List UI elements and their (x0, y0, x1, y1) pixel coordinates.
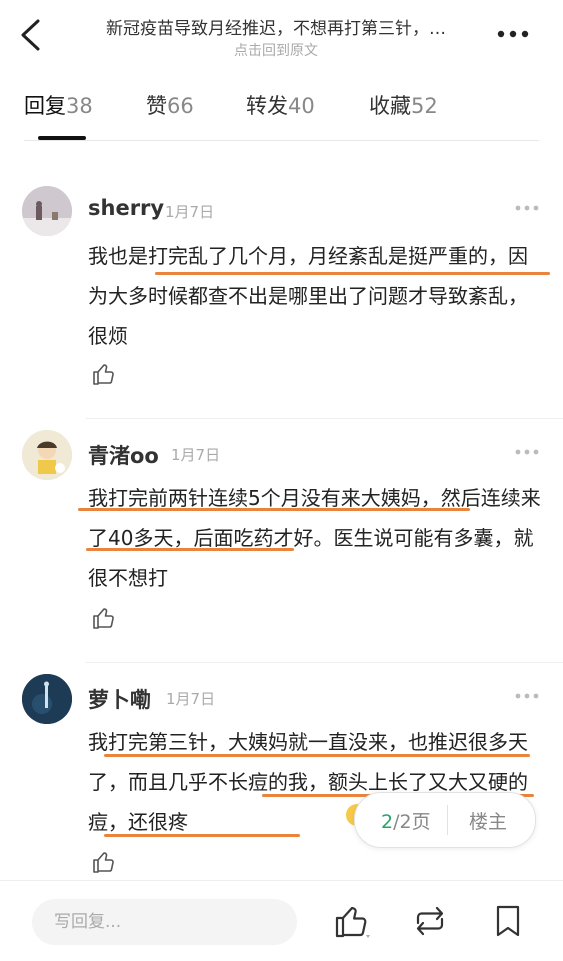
avatar[interactable] (22, 186, 72, 236)
commenter-name[interactable]: 青渚oo (88, 440, 159, 470)
comment-date: 1月7日 (165, 203, 215, 221)
comment-text: 我也是打完乱了几个月，月经紊乱是挺严重的，因为大多时候都查不出是哪里出了问题才导… (88, 244, 528, 348)
comment-text: 我打完前两针连续5个月没有来大姨妈，然后连续来了40多天，后面吃药才好。医生说可… (88, 486, 541, 590)
highlight-underline (104, 834, 300, 837)
commenter-name[interactable]: 萝卜嘞 (88, 684, 151, 714)
top-bar: 新冠疫苗导致月经推迟，不想再打第三针，… 点击回到原文 (0, 0, 563, 70)
commenter-name[interactable]: sherry (88, 196, 164, 220)
tab-favorites[interactable]: 收藏52 (369, 90, 438, 120)
bottom-action-bar: 写回复... (0, 880, 563, 961)
bookmark-icon[interactable] (490, 903, 526, 939)
like-icon[interactable] (92, 606, 116, 630)
highlight-underline (86, 548, 294, 551)
comment-date: 1月7日 (171, 446, 221, 464)
highlight-underline (104, 754, 530, 757)
comment-divider (86, 418, 563, 419)
comment-divider (86, 662, 563, 663)
comment-more-icon[interactable] (515, 448, 539, 456)
comment-more-icon[interactable] (515, 204, 539, 212)
like-icon[interactable] (92, 850, 116, 874)
highlight-underline (155, 272, 550, 275)
post-title[interactable]: 新冠疫苗导致月经推迟，不想再打第三针，… (72, 14, 480, 39)
tab-likes[interactable]: 赞66 (146, 90, 194, 120)
reply-input[interactable]: 写回复... (32, 899, 297, 945)
only-owner-button[interactable]: 楼主 (469, 807, 507, 834)
pager-divider (447, 805, 448, 835)
tab-divider (24, 140, 539, 141)
comment-date: 1月7日 (166, 690, 216, 708)
tab-replies[interactable]: 回复38 (24, 90, 93, 120)
page-indicator[interactable]: 2/2页 (381, 807, 431, 834)
tab-bar: 回复38 赞66 转发40 收藏52 (0, 86, 563, 142)
highlight-underline (78, 508, 470, 511)
more-options-icon[interactable] (496, 26, 530, 42)
tab-reposts[interactable]: 转发40 (246, 90, 315, 120)
avatar[interactable] (22, 430, 72, 480)
like-icon[interactable] (334, 903, 370, 939)
repost-icon[interactable] (412, 903, 448, 939)
back-to-original-link[interactable]: 点击回到原文 (72, 40, 480, 60)
page-navigator: 2/2页 楼主 (354, 792, 536, 848)
comment-more-icon[interactable] (515, 692, 539, 700)
avatar[interactable] (22, 674, 72, 724)
back-icon[interactable] (18, 18, 42, 52)
like-icon[interactable] (92, 362, 116, 386)
